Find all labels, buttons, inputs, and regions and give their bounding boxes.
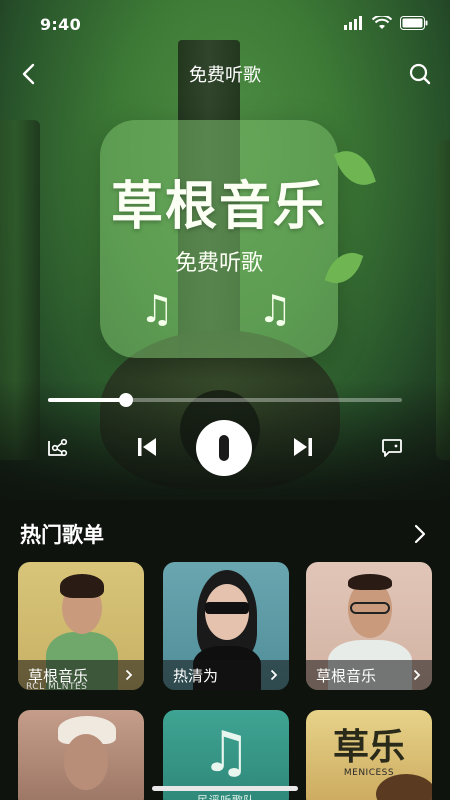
playlist-card[interactable]: 草乐 MENICESS	[306, 710, 432, 800]
battery-icon	[400, 15, 428, 34]
hot-playlists-more-button[interactable]	[408, 522, 432, 546]
page-title: 免费听歌	[189, 65, 261, 86]
playlist-card[interactable]: 草根音乐	[306, 562, 432, 690]
playlist-title: 草根音乐	[316, 666, 377, 685]
playlist-card[interactable]	[18, 710, 144, 800]
back-button[interactable]	[14, 60, 42, 88]
home-indicator	[152, 786, 298, 791]
sunglasses-icon	[205, 602, 249, 614]
playlist-footer-text: 民谣听歌队	[163, 792, 289, 800]
play-pause-button[interactable]	[196, 420, 252, 476]
nav-bar: 免费听歌	[0, 52, 450, 96]
progress-fill	[48, 398, 126, 402]
share-icon	[48, 438, 68, 457]
playlist-caption: 热清为	[163, 660, 289, 690]
playlist-card[interactable]: 草根音乐 RCL MLNTES	[18, 562, 144, 690]
skip-previous-icon	[138, 438, 156, 456]
share-button[interactable]	[44, 434, 72, 462]
album-cover: 草根音乐 免费听歌 ♫ ♫	[100, 120, 338, 358]
album-title: 草根音乐	[110, 176, 327, 237]
glasses-icon	[350, 602, 390, 614]
status-time: 9:40	[40, 14, 81, 34]
pause-icon	[219, 435, 229, 461]
comment-button[interactable]	[378, 434, 406, 462]
album-subtitle: 免费听歌	[174, 251, 263, 276]
hot-playlists-header: 热门歌单	[20, 516, 432, 552]
playlist-footer-text: RCL MLNTES	[26, 682, 88, 690]
search-button[interactable]	[406, 60, 434, 88]
hot-playlists-heading: 热门歌单	[20, 523, 104, 547]
chevron-right-icon	[414, 524, 426, 544]
wifi-icon	[371, 14, 393, 34]
chevron-right-icon	[267, 668, 281, 682]
search-icon	[409, 63, 431, 85]
playlist-title: 热清为	[173, 666, 219, 685]
playlist-card[interactable]: 热清为	[163, 562, 289, 690]
playlist-caption: 草根音乐	[306, 660, 432, 690]
progress-bar[interactable]	[48, 393, 402, 407]
status-icons	[344, 14, 428, 34]
playlist-art-title: 草乐	[332, 726, 405, 768]
comment-icon	[382, 439, 402, 457]
person-image	[348, 574, 392, 590]
chevron-right-icon	[410, 668, 424, 682]
chevron-right-icon	[122, 668, 136, 682]
progress-thumb[interactable]	[118, 393, 133, 407]
music-note-icon: ♫	[200, 720, 252, 785]
status-bar: 9:40	[0, 0, 450, 48]
skip-next-icon	[294, 438, 312, 456]
chevron-left-icon	[22, 63, 35, 85]
person-image	[60, 574, 104, 598]
next-button[interactable]	[288, 432, 318, 462]
signal-icon	[344, 15, 364, 34]
music-notes-icon: ♫ ♫	[139, 287, 329, 331]
previous-button[interactable]	[132, 432, 162, 462]
player-controls	[0, 418, 450, 478]
person-image	[64, 734, 108, 790]
